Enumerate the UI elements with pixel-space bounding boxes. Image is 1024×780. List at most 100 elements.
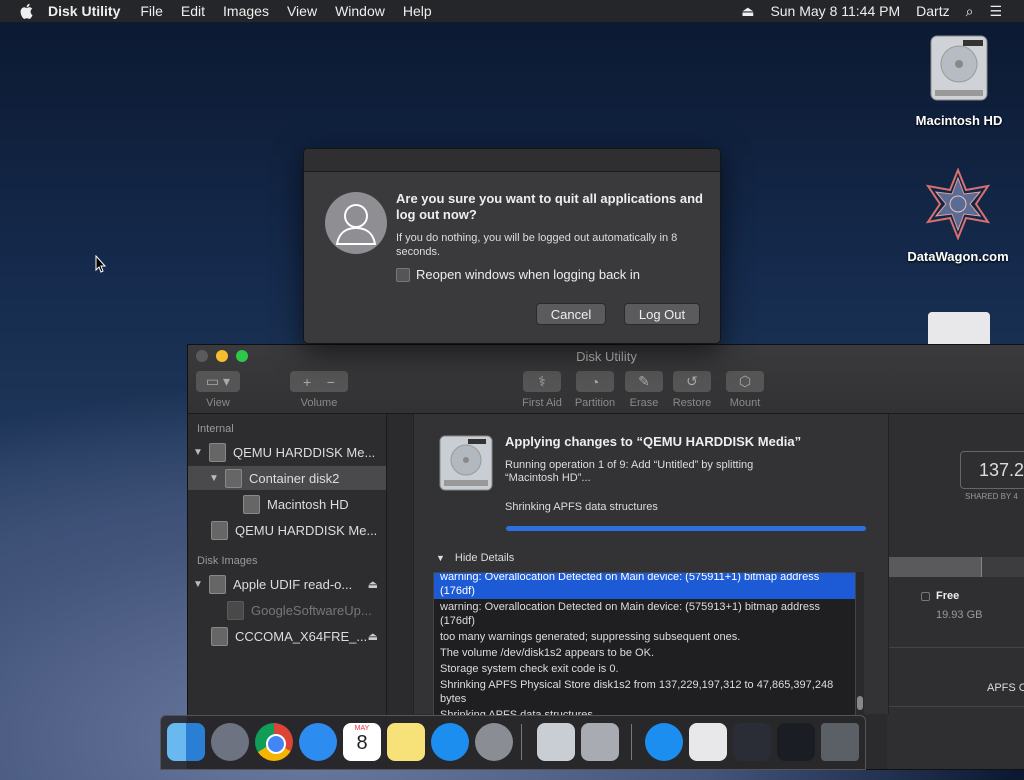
volume-icon bbox=[227, 600, 244, 620]
progress-bar bbox=[506, 526, 866, 531]
log-out-button[interactable]: Log Out bbox=[624, 303, 700, 325]
dock-chrome[interactable] bbox=[255, 723, 293, 761]
menu-edit[interactable]: Edit bbox=[181, 3, 205, 19]
sidebar-item-google-software-update[interactable]: GoogleSoftwareUp... bbox=[188, 598, 386, 622]
window-toolbar: Disk Utility ▭ ▾ View + − Volume ⚕ First… bbox=[188, 345, 1024, 414]
dock-mission-control[interactable] bbox=[777, 723, 815, 761]
sidebar-header-internal: Internal bbox=[197, 423, 234, 435]
restore-icon: ↺ bbox=[686, 373, 698, 389]
divider bbox=[887, 647, 1024, 648]
log-line[interactable]: Shrinking APFS Physical Store disk1s2 fr… bbox=[434, 677, 855, 707]
menubar-clock[interactable]: Sun May 8 11:44 PM bbox=[770, 3, 900, 19]
mount-icon: ⬡ bbox=[738, 373, 752, 389]
hide-details-toggle[interactable]: ▼ Hide Details bbox=[436, 552, 514, 564]
disclosure-triangle-icon[interactable]: ▼ bbox=[193, 447, 203, 458]
menubar-user[interactable]: Dartz bbox=[916, 3, 949, 19]
dock-finder[interactable] bbox=[167, 723, 205, 761]
disk-image-icon bbox=[211, 626, 228, 646]
dock-app-store[interactable] bbox=[431, 723, 469, 761]
view-label: View bbox=[206, 397, 230, 409]
desktop-icon-datawagon[interactable]: DataWagon.com bbox=[898, 167, 1018, 264]
sidebar-item-macintosh-hd[interactable]: Macintosh HD bbox=[188, 492, 386, 516]
erase-button[interactable]: ✎ bbox=[625, 371, 663, 392]
sidebar-item-label: CCCOMA_X64FRE_... bbox=[235, 628, 368, 644]
dock-notes[interactable] bbox=[387, 723, 425, 761]
scrollbar-thumb[interactable] bbox=[857, 696, 863, 710]
sidebar-item-cccoma[interactable]: CCCOMA_X64FRE_... ⏏ bbox=[188, 624, 386, 648]
dock-terminal[interactable] bbox=[733, 723, 771, 761]
menu-images[interactable]: Images bbox=[223, 3, 269, 19]
menu-view[interactable]: View bbox=[287, 3, 317, 19]
menubar: Disk Utility File Edit Images View Windo… bbox=[0, 0, 1024, 22]
free-swatch bbox=[921, 591, 930, 601]
sidebar-header-disk-images: Disk Images bbox=[197, 555, 258, 567]
checkbox[interactable] bbox=[396, 267, 410, 282]
log-line[interactable]: The volume /dev/disk1s2 appears to be OK… bbox=[434, 645, 855, 661]
desktop-icon-label: DataWagon.com bbox=[907, 249, 1009, 264]
menu-help[interactable]: Help bbox=[403, 3, 432, 19]
disclosure-triangle-icon[interactable]: ▼ bbox=[193, 579, 203, 590]
desktop-drive-icon[interactable] bbox=[928, 312, 990, 344]
apple-icon[interactable] bbox=[20, 3, 34, 19]
volume-button[interactable]: + − bbox=[290, 371, 348, 392]
sidebar-toggle-icon: ▭ ▾ bbox=[205, 373, 231, 389]
partition-button[interactable]: ◔ bbox=[576, 371, 614, 392]
free-size: 19.93 GB bbox=[936, 609, 983, 621]
free-legend: Free bbox=[921, 590, 959, 602]
cancel-button[interactable]: Cancel bbox=[536, 303, 606, 325]
dock-preview[interactable] bbox=[689, 723, 727, 761]
mount-button[interactable]: ⬡ bbox=[726, 371, 764, 392]
log-line[interactable]: too many warnings generated; suppressing… bbox=[434, 629, 855, 645]
dock-archive[interactable] bbox=[581, 723, 619, 761]
sidebar-item-qemu-disk-2[interactable]: QEMU HARDDISK Me... bbox=[188, 518, 386, 542]
notification-center-icon[interactable]: ☰ bbox=[989, 3, 1002, 20]
log-line[interactable]: warning: Overallocation Detected on Main… bbox=[434, 573, 855, 599]
sidebar-item-label: Macintosh HD bbox=[267, 496, 349, 512]
dock-calendar[interactable]: MAY 8 bbox=[343, 723, 381, 761]
progress-bar-fill bbox=[506, 526, 866, 531]
hard-drive-icon bbox=[439, 435, 493, 491]
reopen-windows-checkbox[interactable]: Reopen windows when logging back in bbox=[396, 267, 640, 282]
eject-menu-icon[interactable]: ⏏ bbox=[741, 3, 754, 20]
desktop-icon-macintosh-hd[interactable]: Macintosh HD bbox=[904, 32, 1014, 128]
pie-chart-icon: ◔ bbox=[590, 373, 600, 390]
log-line[interactable]: Storage system check exit code is 0. bbox=[434, 661, 855, 677]
eject-icon[interactable]: ⏏ bbox=[368, 630, 378, 643]
spotlight-search-icon[interactable]: ⌕ bbox=[966, 3, 974, 20]
sidebar-item-label: QEMU HARDDISK Me... bbox=[233, 444, 376, 460]
dock: MAY 8 bbox=[160, 715, 866, 770]
restore-button[interactable]: ↺ bbox=[673, 371, 711, 392]
dock-app-store-downloads[interactable] bbox=[645, 723, 683, 761]
chrome-center bbox=[266, 734, 286, 754]
dock-disk-utility[interactable] bbox=[537, 723, 575, 761]
sidebar-item-label: QEMU HARDDISK Me... bbox=[235, 522, 378, 538]
capacity-value: 137.23 bbox=[960, 451, 1024, 489]
menu-window[interactable]: Window bbox=[335, 3, 385, 19]
erase-icon: ✎ bbox=[638, 373, 650, 389]
sidebar-item-qemu-disk-1[interactable]: ▼ QEMU HARDDISK Me... bbox=[188, 440, 386, 464]
sidebar-item-label: GoogleSoftwareUp... bbox=[251, 602, 372, 618]
dock-launchpad[interactable] bbox=[211, 723, 249, 761]
view-button[interactable]: ▭ ▾ bbox=[196, 371, 240, 392]
calendar-month: MAY bbox=[354, 725, 370, 732]
format-value: APFS C bbox=[987, 682, 1024, 694]
log-scrollbar[interactable] bbox=[856, 572, 864, 714]
log-line[interactable]: warning: Overallocation Detected on Main… bbox=[434, 599, 855, 629]
first-aid-button[interactable]: ⚕ bbox=[523, 371, 561, 392]
dock-system-preferences[interactable] bbox=[475, 723, 513, 761]
stethoscope-icon: ⚕ bbox=[538, 373, 546, 389]
eject-icon[interactable]: ⏏ bbox=[368, 578, 378, 591]
restore-label: Restore bbox=[672, 397, 712, 409]
dock-trash[interactable] bbox=[821, 723, 859, 761]
details-log[interactable]: warning: Overallocation Detected on Main… bbox=[433, 572, 856, 716]
disclosure-triangle-icon[interactable]: ▼ bbox=[209, 473, 219, 484]
sidebar-item-container-disk2[interactable]: ▼ Container disk2 bbox=[188, 466, 386, 490]
sidebar-item-apple-udif[interactable]: ▼ Apple UDIF read-o... ⏏ bbox=[188, 572, 386, 596]
star-logo-icon bbox=[925, 167, 991, 241]
menu-file[interactable]: File bbox=[140, 3, 163, 19]
logout-dialog: Are you sure you want to quit all applic… bbox=[303, 148, 721, 344]
dock-safari[interactable] bbox=[299, 723, 337, 761]
menu-app-name[interactable]: Disk Utility bbox=[48, 3, 120, 19]
dock-separator bbox=[631, 724, 632, 760]
dock-separator bbox=[521, 724, 522, 760]
